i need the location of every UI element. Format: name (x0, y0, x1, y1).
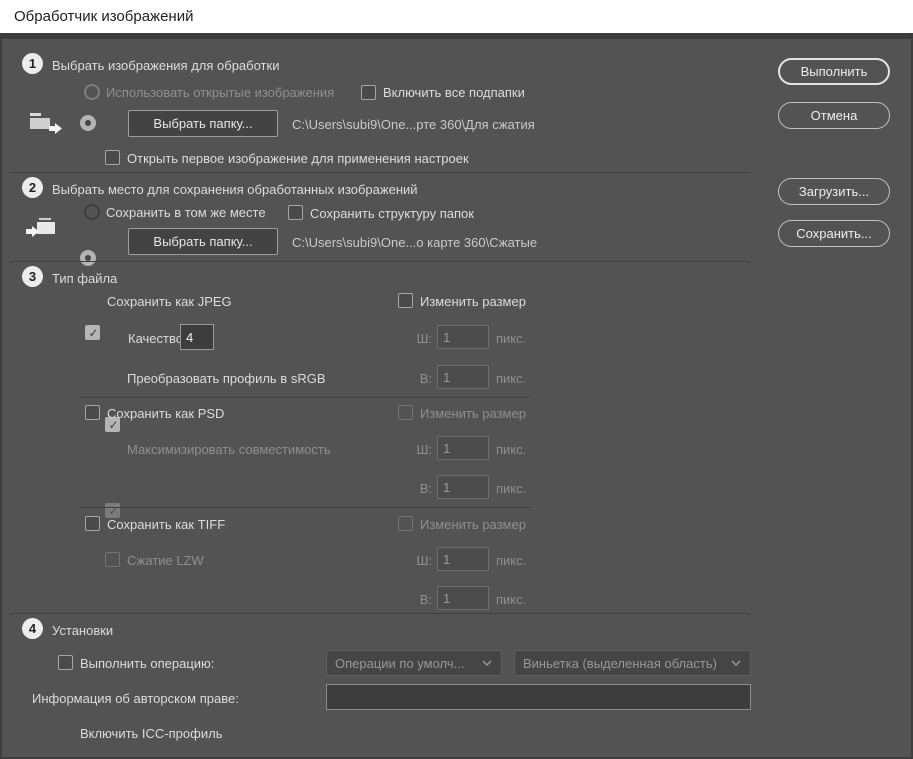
chevron-down-icon (482, 660, 492, 667)
jpeg-resize-checkbox[interactable] (398, 293, 413, 308)
jpeg-height-units: пикс. (496, 371, 527, 386)
lzw-compression-checkbox[interactable] (105, 552, 120, 567)
dialog-left-edge (0, 39, 2, 759)
jpeg-height-label: В: (419, 371, 432, 386)
section1-separator (10, 172, 750, 173)
psd-tiff-separator (80, 507, 530, 508)
action-value: Виньетка (выделенная область) (523, 655, 717, 671)
jpeg-resize-label: Изменить размер (420, 294, 526, 309)
jpeg-height-input[interactable] (437, 365, 489, 389)
section2-title: Выбрать место для сохранения обработанны… (52, 182, 418, 197)
save-as-jpeg-checkbox[interactable] (85, 325, 101, 341)
source-folder-path: C:\Users\subi9\One...рте 360\Для сжатия (292, 117, 535, 132)
run-button[interactable]: Выполнить (778, 58, 890, 85)
tiff-height-input[interactable] (437, 586, 489, 610)
action-set-dropdown[interactable]: Операции по умолч... (326, 650, 502, 676)
image-processor-dialog: Обработчик изображений 1 Выбрать изображ… (0, 0, 913, 759)
copyright-label: Информация об авторском праве: (32, 691, 239, 706)
psd-width-input[interactable] (437, 436, 489, 460)
run-action-checkbox[interactable] (58, 655, 73, 670)
action-set-value: Операции по умолч... (335, 655, 465, 671)
psd-resize-checkbox[interactable] (398, 405, 413, 420)
use-open-images-radio[interactable] (84, 84, 100, 100)
tiff-resize-checkbox[interactable] (398, 516, 413, 531)
select-dest-folder-radio[interactable] (80, 250, 96, 266)
save-as-tiff-label: Сохранить как TIFF (107, 517, 226, 532)
load-button[interactable]: Загрузить... (778, 178, 890, 205)
save-as-jpeg-label: Сохранить как JPEG (107, 294, 232, 309)
section1-number: 1 (22, 53, 43, 74)
save-as-psd-checkbox[interactable] (85, 405, 100, 420)
jpeg-psd-separator (80, 397, 530, 398)
psd-height-units: пикс. (496, 481, 527, 496)
section3-separator (10, 613, 750, 614)
convert-srgb-label: Преобразовать профиль в sRGB (127, 371, 326, 386)
tiff-height-units: пикс. (496, 592, 527, 607)
cancel-button[interactable]: Отмена (778, 102, 890, 129)
jpeg-width-units: пикс. (496, 331, 527, 346)
section1-title: Выбрать изображения для обработки (52, 58, 280, 73)
section3-number: 3 (22, 266, 43, 287)
keep-folder-structure-checkbox[interactable] (288, 205, 303, 220)
choose-folder-button-1[interactable]: Выбрать папку... (128, 110, 278, 137)
dialog-title: Обработчик изображений (14, 8, 194, 25)
save-as-psd-label: Сохранить как PSD (107, 406, 225, 421)
action-dropdown[interactable]: Виньетка (выделенная область) (514, 650, 751, 676)
use-open-images-label: Использовать открытые изображения (106, 85, 335, 100)
section2-separator (10, 261, 750, 262)
save-as-tiff-checkbox[interactable] (85, 516, 100, 531)
titlebar-divider (0, 33, 913, 39)
tiff-resize-label: Изменить размер (420, 517, 526, 532)
select-folder-radio[interactable] (80, 115, 96, 131)
maximize-compatibility-label: Максимизировать совместимость (127, 442, 331, 457)
keep-folder-structure-label: Сохранить структуру папок (310, 206, 474, 221)
psd-width-label: Ш: (416, 442, 432, 457)
tiff-height-label: В: (419, 592, 432, 607)
psd-resize-label: Изменить размер (420, 406, 526, 421)
folder-export-icon (30, 113, 62, 134)
save-same-place-radio[interactable] (84, 204, 100, 220)
save-same-place-label: Сохранить в том же месте (106, 205, 266, 220)
section3-title: Тип файла (52, 271, 118, 286)
folder-import-icon (26, 218, 55, 237)
tiff-width-input[interactable] (437, 547, 489, 571)
jpeg-width-label: Ш: (416, 331, 432, 346)
chevron-down-icon (731, 660, 741, 667)
psd-height-label: В: (419, 481, 432, 496)
tiff-width-label: Ш: (416, 553, 432, 568)
jpeg-quality-input[interactable] (180, 324, 214, 350)
run-action-label: Выполнить операцию: (80, 656, 215, 671)
psd-width-units: пикс. (496, 442, 527, 457)
lzw-compression-label: Сжатие LZW (127, 553, 204, 568)
tiff-width-units: пикс. (496, 553, 527, 568)
section4-title: Установки (52, 623, 114, 638)
section4-number: 4 (22, 618, 43, 639)
open-first-image-label: Открыть первое изображение для применени… (127, 151, 469, 166)
include-subfolders-label: Включить все подпапки (383, 85, 525, 100)
psd-height-input[interactable] (437, 475, 489, 499)
dest-folder-path: C:\Users\subi9\One...о карте 360\Сжатые (292, 235, 538, 250)
open-first-image-checkbox[interactable] (105, 150, 120, 165)
section2-number: 2 (22, 177, 43, 198)
choose-folder-button-2[interactable]: Выбрать папку... (128, 228, 278, 255)
include-icc-label: Включить ICC-профиль (80, 726, 223, 741)
include-subfolders-checkbox[interactable] (361, 85, 376, 100)
save-button[interactable]: Сохранить... (778, 220, 890, 247)
maximize-compatibility-checkbox[interactable] (105, 503, 121, 519)
jpeg-width-input[interactable] (437, 325, 489, 349)
copyright-input[interactable] (326, 684, 751, 710)
dialog-titlebar: Обработчик изображений (0, 0, 913, 33)
jpeg-quality-label: Качество: (128, 331, 187, 346)
